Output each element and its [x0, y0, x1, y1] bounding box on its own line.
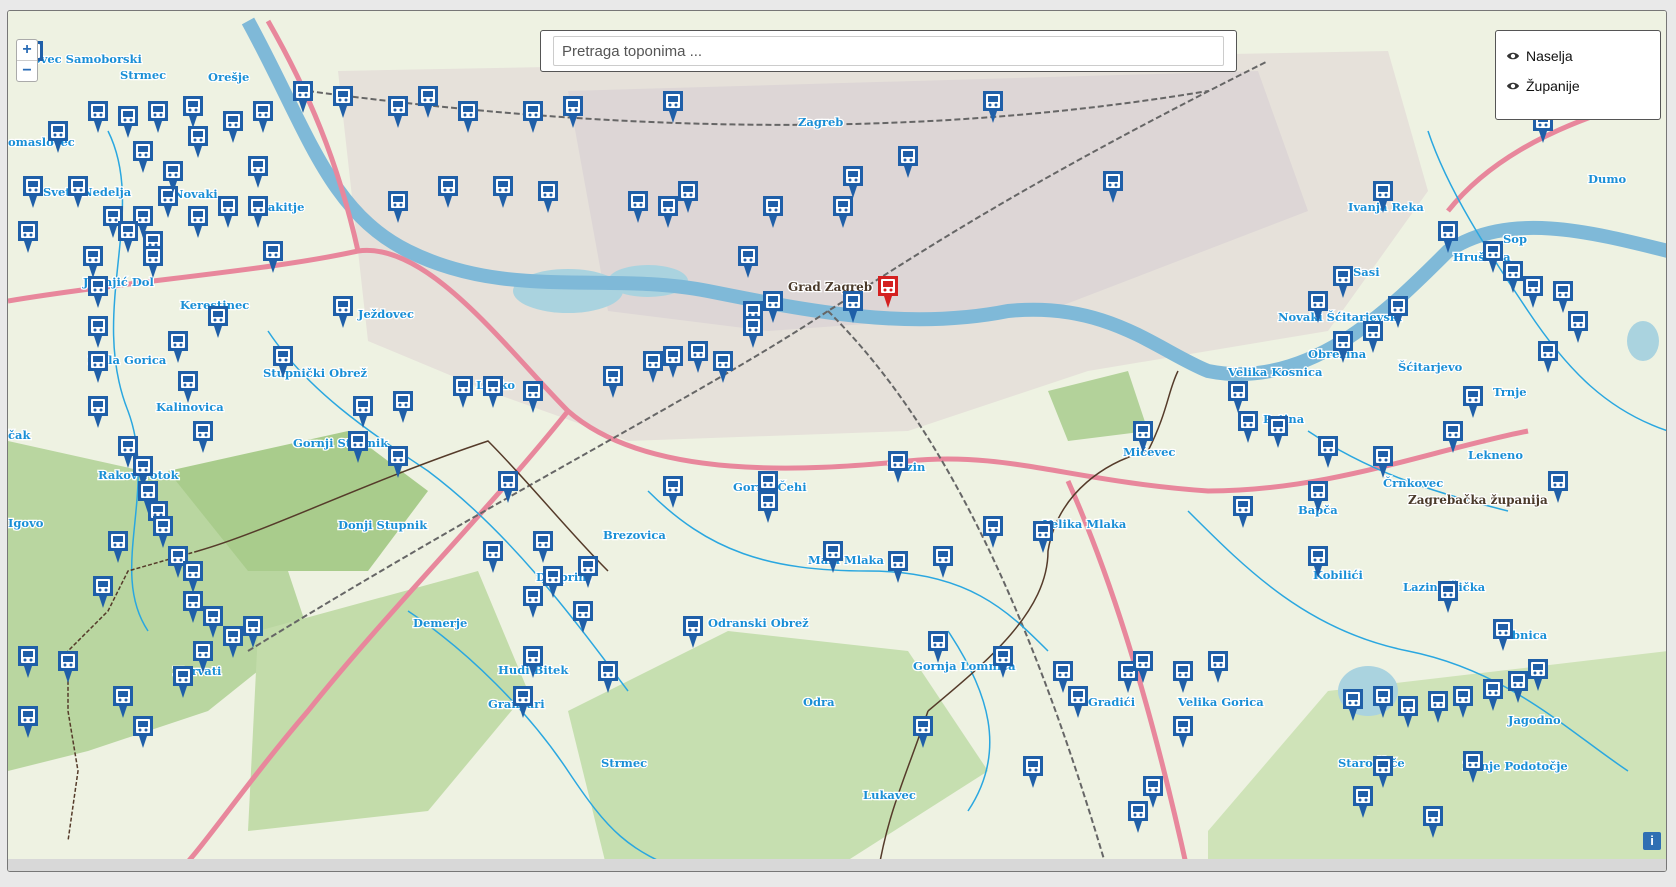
place-label: Gradići [1088, 695, 1136, 709]
layer-label: Županije [1526, 78, 1580, 94]
place-label: Odranski Obrež [708, 616, 809, 630]
place-label: Donji Stupnik [338, 518, 428, 532]
place-label: Velika Gorica [1177, 695, 1264, 709]
map-bottom-bar [8, 859, 1666, 871]
place-label: Stupnički Obrež [263, 366, 368, 380]
eye-icon [1506, 52, 1520, 60]
map-window: ovec Samoborski Strmec Orešje omaslovec Svet… [7, 10, 1667, 872]
info-button[interactable]: i [1643, 832, 1661, 850]
place-label: Šćitarjevo [1398, 360, 1463, 374]
place-label: Staro Čiče [1338, 756, 1405, 770]
place-label: Mičevec [1123, 445, 1175, 459]
place-label: Novaki [173, 187, 218, 201]
place-label: ovec Samoborski [33, 52, 142, 66]
layer-switcher: Naselja Županije [1495, 30, 1661, 120]
layer-toggle-zupanije[interactable]: Županije [1506, 71, 1650, 101]
place-label: čak [8, 428, 31, 442]
place-label: Novaki Šćitarjevski [1278, 310, 1403, 324]
place-label: Dumo [1588, 172, 1627, 186]
place-label: Igovo [8, 516, 44, 530]
place-label: Brezovica [603, 528, 666, 542]
eye-icon [1506, 82, 1520, 90]
search-input[interactable] [553, 36, 1224, 66]
place-label: Črnkovec [1383, 476, 1443, 490]
place-label: Mala Mlaka [808, 553, 885, 567]
layer-toggle-naselja[interactable]: Naselja [1506, 41, 1650, 71]
search-box [540, 30, 1237, 72]
place-label: Zagreb [798, 115, 843, 129]
place-label: Gornji Stupnik [293, 436, 389, 450]
zoom-in-button[interactable]: + [17, 40, 37, 60]
map-canvas[interactable]: ovec SamoborskiStrmec OrešjeomaslovecSvet… [8, 11, 1667, 872]
place-label: Trnje [1493, 385, 1527, 399]
zoom-control: + − [16, 39, 38, 82]
zoom-out-button[interactable]: − [17, 60, 37, 81]
place-label: Lekneno [1468, 448, 1523, 462]
place-label: Velika Kosnica [1227, 365, 1323, 379]
place-label: Sop [1503, 232, 1527, 246]
layer-label: Naselja [1526, 48, 1573, 64]
place-label: Velika Mlaka [1042, 517, 1127, 531]
place-label: Zagrebačka županija [1408, 493, 1548, 507]
place-label: Odra [803, 695, 835, 709]
place-label: Strmec [120, 68, 166, 82]
place-label: Lukavec [863, 788, 916, 802]
place-label: Jagodno [1507, 713, 1561, 727]
place-label: Ježdovec [357, 307, 414, 321]
place-label: Demerje [413, 616, 467, 630]
place-label: Strmec [601, 756, 647, 770]
place-label: Kalinovica [156, 400, 224, 414]
place-label: Orešje [208, 70, 249, 84]
place-label: Sasi [1353, 265, 1380, 279]
